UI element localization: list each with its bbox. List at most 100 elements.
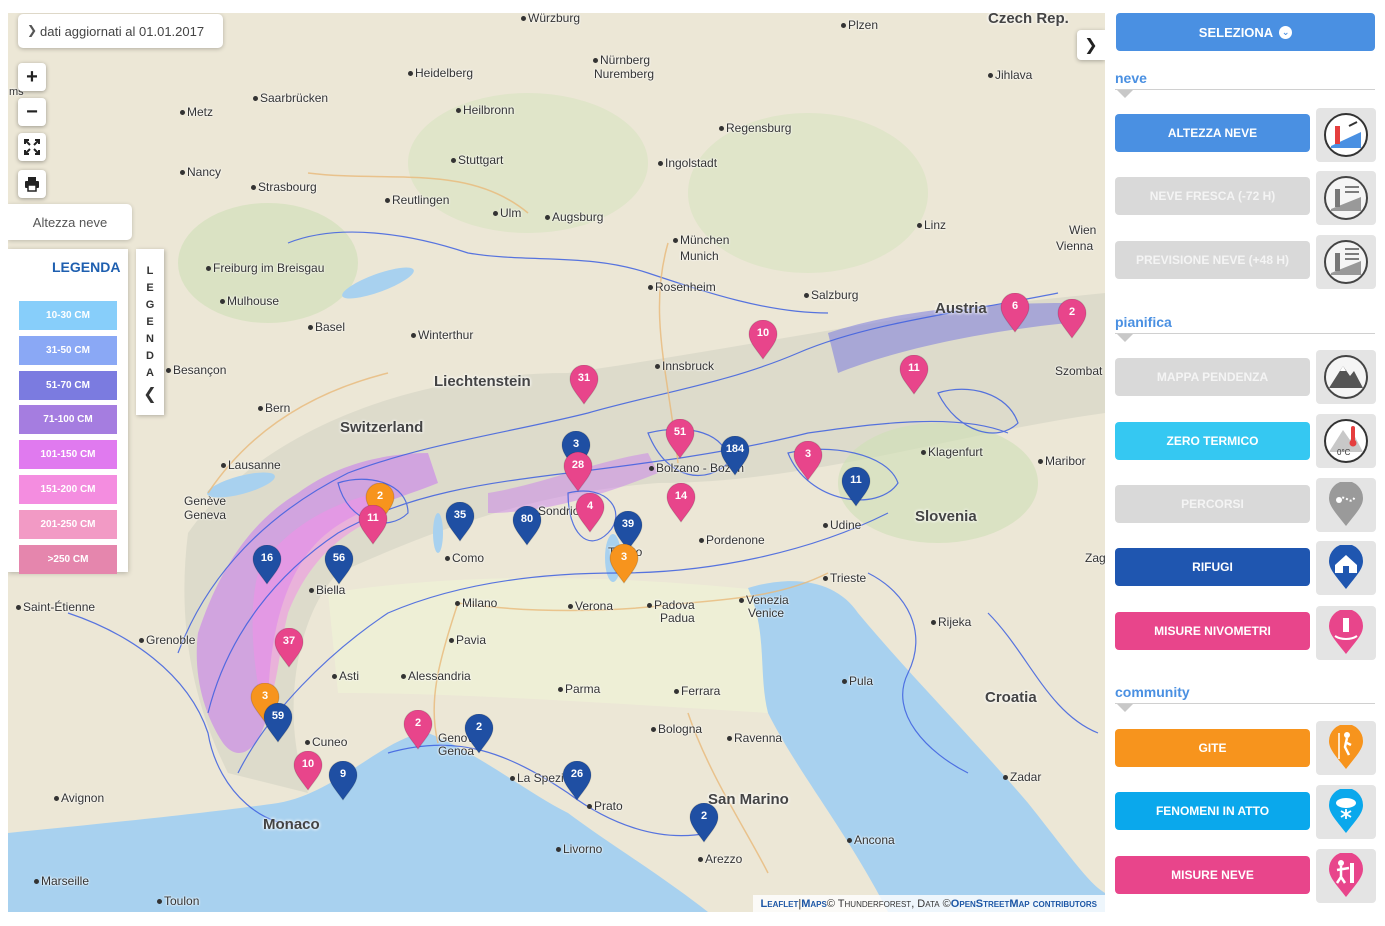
measure-pin-icon <box>1329 853 1363 897</box>
city-label: Trieste <box>822 571 867 585</box>
map-pin-icon <box>512 506 542 546</box>
map-marker[interactable]: 6 <box>1000 293 1030 333</box>
map-marker[interactable]: 9 <box>328 761 358 801</box>
map-pin-icon <box>274 628 304 668</box>
section-arrow <box>1117 334 1133 342</box>
select-button[interactable]: SELEZIONA ⌄ <box>1116 13 1375 51</box>
leaflet-link[interactable]: Leaflet <box>761 898 799 910</box>
map-marker[interactable]: 37 <box>274 628 304 668</box>
map-marker[interactable]: 11 <box>841 467 871 507</box>
marker-count: 26 <box>570 768 584 780</box>
map-marker[interactable]: 14 <box>666 483 696 523</box>
maps-link[interactable]: Maps <box>801 898 827 910</box>
map-container[interactable]: Czech Rep. Austria Switzerland Liechtens… <box>8 13 1105 912</box>
map-marker[interactable]: 184 <box>720 436 750 476</box>
fresh-snow-button[interactable]: NEVE FRESCA (-72 H) <box>1115 177 1310 215</box>
city-label: Maribor <box>1038 454 1086 468</box>
map-marker[interactable]: 11 <box>358 505 388 545</box>
city-label: Augsburg <box>544 210 604 224</box>
map-marker[interactable]: 35 <box>445 502 475 542</box>
city-label: Nuremberg <box>594 67 655 81</box>
map-marker[interactable]: 3 <box>793 441 823 481</box>
map-pin-icon <box>1000 293 1030 333</box>
slope-map-button[interactable]: MAPPA PENDENZA <box>1115 358 1310 396</box>
city-label: Prato <box>587 799 623 813</box>
section-divider <box>1115 703 1375 704</box>
update-note-text: dati aggiornati al 01.01.2017 <box>40 23 205 39</box>
map-marker[interactable]: 51 <box>665 419 695 459</box>
legend-tab-letter: G <box>145 299 155 311</box>
huts-layer-icon[interactable] <box>1316 541 1376 595</box>
huts-button[interactable]: RIFUGI <box>1115 548 1310 586</box>
legend-item: 10-30 CM <box>19 301 117 330</box>
map-marker[interactable]: 16 <box>252 545 282 585</box>
city-label: Milano <box>454 596 498 610</box>
city-label: Pordenone <box>699 533 765 547</box>
zoom-out-button[interactable]: − <box>18 98 46 126</box>
map-marker[interactable]: 2 <box>689 803 719 843</box>
fullscreen-button[interactable] <box>18 133 46 161</box>
gauge-pin-icon <box>1329 610 1363 654</box>
city-label: Heilbronn <box>455 103 515 117</box>
zoom-in-button[interactable]: + <box>18 63 46 91</box>
section-divider <box>1115 333 1375 334</box>
marker-count: 35 <box>453 509 467 521</box>
snow-gauges-button[interactable]: MISURE NIVOMETRI <box>1115 612 1310 650</box>
marker-count: 39 <box>621 518 635 530</box>
snow-depth-layer-icon[interactable] <box>1316 108 1376 162</box>
weather-events-button[interactable]: FENOMENI IN ATTO <box>1115 792 1310 830</box>
snow-measures-button[interactable]: MISURE NEVE <box>1115 856 1310 894</box>
snow-gauges-layer-icon[interactable] <box>1316 606 1376 660</box>
freezing-level-layer-icon[interactable]: 0°C <box>1316 414 1376 468</box>
map-marker[interactable]: 2 <box>403 710 433 750</box>
chevron-left-icon: ❮ <box>143 386 157 403</box>
weather-events-layer-icon[interactable] <box>1316 785 1376 839</box>
osm-link[interactable]: OpenStreetMap contributors <box>951 898 1097 910</box>
trips-button[interactable]: GITE <box>1115 729 1310 767</box>
country-san-marino: San Marino <box>708 791 789 808</box>
print-button[interactable] <box>18 170 46 198</box>
map-pin-icon <box>689 803 719 843</box>
freezing-level-button[interactable]: ZERO TERMICO <box>1115 422 1310 460</box>
map-marker[interactable]: 26 <box>562 761 592 801</box>
map-marker[interactable]: 59 <box>263 703 293 743</box>
routes-button[interactable]: PERCORSI <box>1115 485 1310 523</box>
map-marker[interactable]: 80 <box>512 506 542 546</box>
snow-measures-layer-icon[interactable] <box>1316 849 1376 903</box>
legend-toggle[interactable]: LEGENDA ❮ <box>136 249 164 415</box>
map-marker[interactable]: 11 <box>899 355 929 395</box>
legend-item: 71-100 CM <box>19 405 117 435</box>
forecast-snow-button[interactable]: PREVISIONE NEVE (+48 H) <box>1115 241 1310 279</box>
map-marker[interactable]: 28 <box>563 452 593 492</box>
map-marker[interactable]: 10 <box>748 320 778 360</box>
map-marker[interactable]: 2 <box>1057 299 1087 339</box>
city-label: Ravenna <box>726 731 783 745</box>
map-marker[interactable]: 4 <box>575 493 605 533</box>
forecast-snow-icon <box>1324 240 1368 284</box>
city-label: Avignon <box>53 791 105 805</box>
map-marker[interactable]: 3 <box>609 544 639 584</box>
routes-layer-icon[interactable] <box>1316 478 1376 532</box>
update-note[interactable]: ❯ dati aggiornati al 01.01.2017 <box>18 14 223 48</box>
city-label: Heidelberg <box>407 66 474 80</box>
legend-tab-letter: E <box>146 316 154 328</box>
map-marker[interactable]: 31 <box>569 365 599 405</box>
map-marker[interactable]: 10 <box>293 751 323 791</box>
city-label: Ulm <box>492 206 522 220</box>
city-label: Ingolstadt <box>657 156 718 170</box>
snow-depth-button[interactable]: ALTEZZA NEVE <box>1115 114 1310 152</box>
slope-map-layer-icon[interactable] <box>1316 350 1376 404</box>
city-label: Asti <box>331 669 360 683</box>
fresh-snow-layer-icon[interactable] <box>1316 171 1376 225</box>
country-monaco: Monaco <box>263 816 320 833</box>
forecast-snow-layer-icon[interactable] <box>1316 235 1376 289</box>
city-label: Munich <box>680 249 719 263</box>
city-label: Regensburg <box>718 121 792 135</box>
sidebar-toggle-button[interactable]: ❯ <box>1077 30 1105 60</box>
map-marker[interactable]: 2 <box>464 714 494 754</box>
city-label: Geneva <box>184 508 227 522</box>
map-marker[interactable]: 56 <box>324 545 354 585</box>
country-austria: Austria <box>935 300 987 317</box>
trips-layer-icon[interactable] <box>1316 721 1376 775</box>
city-label: Udine <box>822 518 862 532</box>
